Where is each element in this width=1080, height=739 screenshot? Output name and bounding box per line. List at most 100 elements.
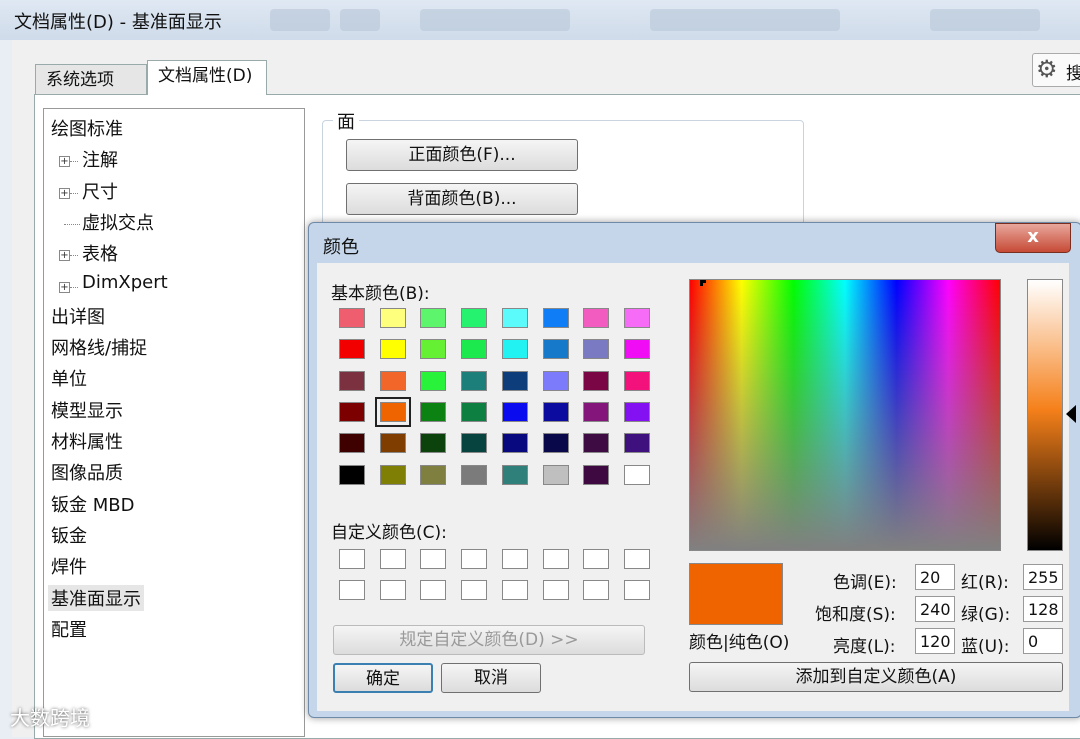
custom-color-swatch[interactable] [583,549,610,569]
basic-color-swatch[interactable] [420,464,447,485]
basic-color-swatch[interactable] [461,339,488,360]
basic-color-swatch[interactable] [542,401,569,422]
custom-color-swatch[interactable] [542,580,569,600]
tree-item[interactable]: 配置 [51,616,87,642]
basic-color-swatch[interactable] [542,308,569,328]
basic-color-swatch[interactable] [583,308,610,328]
expand-icon[interactable]: + [59,281,70,293]
expand-icon[interactable]: + [59,250,70,262]
custom-color-swatch[interactable] [501,549,528,569]
basic-color-swatch[interactable] [623,339,650,360]
basic-color-swatch[interactable] [461,308,488,328]
basic-color-swatch[interactable] [339,401,365,422]
luminance-arrow-icon[interactable] [1066,405,1076,423]
basic-color-swatch[interactable] [542,464,569,485]
blue-field[interactable]: 0 [1023,628,1063,654]
tree-item[interactable]: 表格 [82,240,118,266]
expand-icon[interactable]: + [59,156,70,168]
tree-item[interactable]: 尺寸 [82,178,118,204]
basic-color-swatch[interactable] [583,433,610,454]
spectrum-crosshair[interactable] [700,280,706,286]
tree-item[interactable]: DimXpert [82,272,168,293]
basic-color-swatch[interactable] [374,396,411,427]
custom-color-swatch[interactable] [339,549,365,569]
basic-color-swatch[interactable] [379,308,406,328]
define-custom-colors-button[interactable]: 规定自定义颜色(D) >> [333,625,645,655]
hue-saturation-spectrum[interactable] [689,279,1001,551]
green-field[interactable]: 128 [1023,596,1063,622]
basic-color-swatch[interactable] [339,464,365,485]
back-color-button[interactable]: 背面颜色(B)... [346,183,578,215]
close-button[interactable]: x [995,223,1071,253]
tab-document-properties[interactable]: 文档属性(D) [147,60,267,95]
expand-icon[interactable]: + [59,187,70,199]
basic-color-swatch[interactable] [339,433,365,454]
basic-color-swatch[interactable] [623,308,650,328]
tree-item[interactable]: 注解 [82,146,118,172]
basic-color-swatch[interactable] [461,370,488,391]
basic-color-swatch[interactable] [461,433,488,454]
basic-color-swatch[interactable] [420,339,447,360]
basic-color-swatch[interactable] [583,401,610,422]
basic-color-swatch[interactable] [501,308,528,328]
tree-item[interactable]: 虚拟交点 [82,209,154,235]
basic-color-swatch[interactable] [379,339,406,360]
basic-color-swatch[interactable] [379,464,406,485]
front-color-button[interactable]: 正面颜色(F)... [346,139,578,171]
basic-color-swatch[interactable] [339,339,365,360]
basic-color-swatch[interactable] [461,464,488,485]
tree-item[interactable]: 出详图 [51,303,105,329]
basic-color-swatch[interactable] [501,370,528,391]
tree-item[interactable]: 图像品质 [51,459,123,485]
custom-color-swatch[interactable] [461,580,488,600]
tree-item[interactable]: 材料属性 [51,428,123,454]
basic-color-swatch[interactable] [501,401,528,422]
search-button[interactable]: ⚙ 搜 [1032,53,1080,87]
red-field[interactable]: 255 [1023,564,1063,590]
basic-color-swatch[interactable] [583,464,610,485]
custom-color-swatch[interactable] [379,549,406,569]
custom-color-swatch[interactable] [339,580,365,600]
hue-field[interactable]: 20 [915,564,955,590]
basic-color-swatch[interactable] [379,433,406,454]
tree-item[interactable]: 单位 [51,365,87,391]
basic-color-swatch[interactable] [420,401,447,422]
tree-item[interactable]: 网格线/捕捉 [51,334,147,360]
tree-item[interactable]: 钣金 MBD [51,491,134,517]
tree-item[interactable]: 模型显示 [51,397,123,423]
basic-color-swatch[interactable] [542,339,569,360]
custom-color-swatch[interactable] [583,580,610,600]
custom-color-swatch[interactable] [420,580,447,600]
basic-color-swatch[interactable] [542,433,569,454]
basic-color-swatch[interactable] [501,433,528,454]
cancel-button[interactable]: 取消 [441,663,541,693]
add-to-custom-colors-button[interactable]: 添加到自定义颜色(A) [689,662,1063,692]
basic-color-swatch[interactable] [461,401,488,422]
tree-item[interactable]: 焊件 [51,553,87,579]
tab-system-options[interactable]: 系统选项(S) [35,64,147,120]
basic-color-swatch[interactable] [542,370,569,391]
custom-color-swatch[interactable] [623,549,650,569]
basic-color-swatch[interactable] [339,370,365,391]
basic-color-swatch[interactable] [623,370,650,391]
basic-color-swatch[interactable] [583,339,610,360]
custom-color-swatch[interactable] [420,549,447,569]
tree-item[interactable]: 绘图标准 [51,115,123,141]
tree-item[interactable]: 钣金 [51,522,87,548]
basic-color-swatch[interactable] [583,370,610,391]
custom-color-swatch[interactable] [379,580,406,600]
basic-color-swatch[interactable] [623,464,650,485]
custom-color-swatch[interactable] [501,580,528,600]
basic-color-swatch[interactable] [420,433,447,454]
custom-color-swatch[interactable] [542,549,569,569]
saturation-field[interactable]: 240 [915,596,955,622]
basic-color-swatch[interactable] [501,339,528,360]
ok-button[interactable]: 确定 [333,663,433,693]
luminance-field[interactable]: 120 [915,628,955,654]
custom-color-swatch[interactable] [623,580,650,600]
basic-color-swatch[interactable] [379,370,406,391]
basic-color-swatch[interactable] [420,370,447,391]
options-tree[interactable]: 绘图标准 + 注解 + 尺寸虚拟交点 + 表格 + DimXpert 出详图网格线/捕捉 单位模型显… [43,108,305,737]
tree-item[interactable]: 基准面显示 [48,584,144,611]
basic-color-swatch[interactable] [420,308,447,328]
